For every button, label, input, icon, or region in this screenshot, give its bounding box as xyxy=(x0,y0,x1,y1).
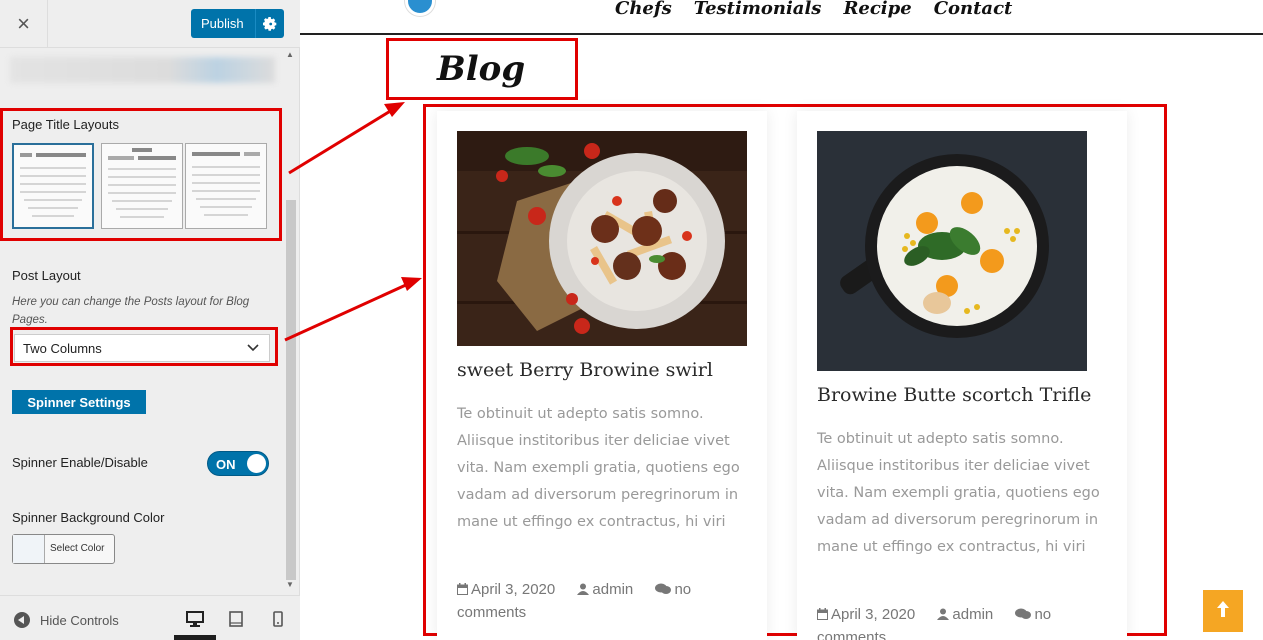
annotation-arrows xyxy=(284,102,422,342)
